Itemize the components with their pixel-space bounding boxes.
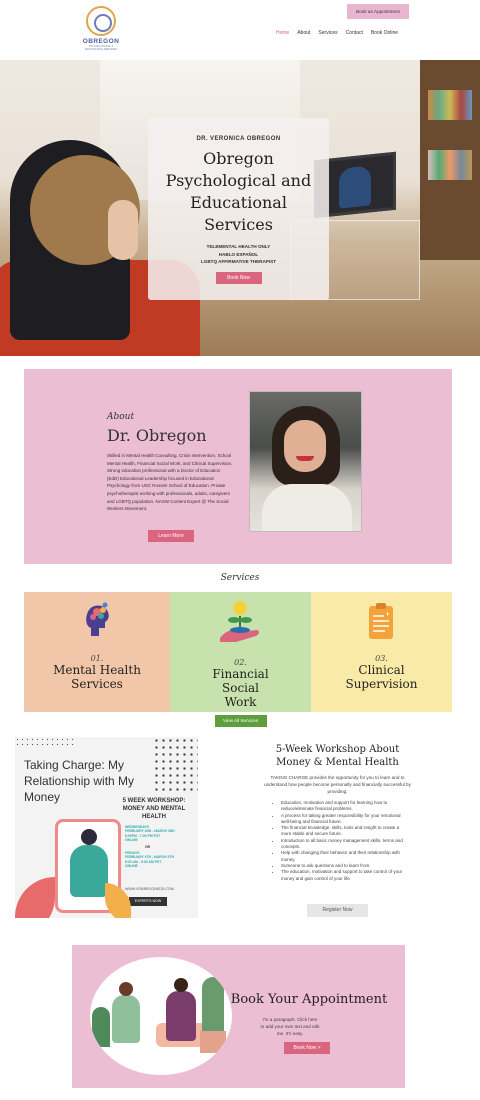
service-number: 03.: [375, 654, 388, 663]
list-item: Help with changing their behavior and th…: [281, 850, 405, 863]
main-nav: Home About Services Contact Book Online: [276, 30, 398, 36]
hero-tags: TELEMENTAL HEALTH ONLY HABLO ESPAÑOL LGB…: [148, 243, 329, 266]
portrait-photo: [249, 391, 362, 532]
flyer-dates-or: OR: [145, 844, 151, 849]
hero-person: [10, 140, 140, 340]
hand-plant-icon: [220, 601, 259, 642]
plant-icon: [92, 1007, 110, 1047]
hero-tag: HABLO ESPAÑOL: [218, 251, 259, 257]
about-title: Dr. Obregon: [107, 426, 207, 445]
hero-eyebrow: DR. VERONICA OBREGON: [196, 136, 281, 142]
service-title: Clinical Supervision: [345, 663, 418, 691]
brain-head-icon: [86, 602, 109, 636]
booking-book-now-button[interactable]: Book Now >: [284, 1042, 330, 1054]
nav-home[interactable]: Home: [276, 30, 289, 36]
flyer-person-illustration: [70, 829, 108, 897]
booking-illustration: [90, 957, 232, 1075]
flyer-dots-decoration: [153, 737, 198, 792]
about-section: About Dr. Obregon Skilled in Mental Heal…: [24, 369, 452, 564]
workshop-flyer-image: Taking Charge: My Relationship with My M…: [15, 737, 198, 918]
flyer-subtitle: 5 WEEK WORKSHOP: MONEY AND MENTAL HEALTH: [122, 798, 186, 820]
about-body: Skilled in Mental Health Consulting, Cri…: [107, 453, 233, 512]
list-item: The financial knowledge, skills, tools a…: [281, 825, 405, 838]
nav-about[interactable]: About: [297, 30, 310, 36]
service-title: Financial Social Work: [212, 667, 269, 709]
therapist-illustration: [166, 978, 196, 1041]
list-item: The education, motivation and support to…: [281, 869, 405, 882]
nav-book-online[interactable]: Book Online: [371, 30, 398, 36]
workshop-title: 5-Week Workshop About Money & Mental Hea…: [275, 744, 400, 768]
workshop-intro: TAKING CHARGE provides the opportunity f…: [264, 775, 411, 794]
client-illustration: [112, 982, 140, 1043]
portrait-body: [262, 484, 352, 531]
logo-name: OBREGON: [82, 38, 120, 45]
flyer-dots-decoration: [15, 737, 75, 747]
nav-contact[interactable]: Contact: [346, 30, 363, 36]
hero-title: Obregon Psychological and Educational Se…: [165, 149, 312, 234]
flyer-button: EXPERTS NOW: [129, 897, 167, 906]
list-item: Introduction to all basic money manageme…: [281, 838, 405, 851]
view-all-services-button[interactable]: View All Services: [214, 715, 267, 727]
hero-tag: LGBTQ AFFIRMATIVE THERAPIST: [200, 259, 277, 264]
portrait-face: [284, 420, 326, 472]
workshop-bullet-list: Education, motivation and support for le…: [275, 800, 405, 882]
services-heading: Services: [220, 573, 260, 583]
site-header: OBREGON PSYCHOLOGICAL & EDUCATIONAL SERV…: [0, 0, 480, 60]
service-card-financial-social-work[interactable]: 02. Financial Social Work View All Servi…: [170, 592, 311, 727]
portrait-mouth: [296, 456, 314, 461]
learn-more-button[interactable]: Learn More: [148, 530, 194, 542]
service-number: 02.: [234, 658, 247, 667]
service-title: Mental Health Services: [53, 663, 141, 691]
flyer-leaf-decoration: [15, 877, 55, 918]
service-card-clinical-supervision[interactable]: 03. Clinical Supervision: [311, 592, 452, 712]
flyer-url: WWW.VOBREGONEDD.COM: [125, 887, 174, 891]
site-logo[interactable]: OBREGON PSYCHOLOGICAL & EDUCATIONAL SERV…: [80, 6, 122, 56]
booking-text: I'm a paragraph. Click here to add your …: [260, 1017, 320, 1036]
hero-tag: TELEMENTAL HEALTH ONLY: [206, 244, 271, 249]
register-now-button[interactable]: Register Now: [307, 904, 368, 917]
booking-title: Book Your Appointment: [230, 992, 388, 1007]
service-card-mental-health[interactable]: 01. Mental Health Services: [24, 592, 170, 712]
flyer-dates: WEDNESDAYS FEBRUARY 2ND - MARCH 2ND 6:00…: [125, 825, 175, 869]
hero-section: DR. VERONICA OBREGON Obregon Psychologic…: [0, 60, 480, 356]
service-number: 01.: [90, 654, 104, 663]
hero-card: DR. VERONICA OBREGON Obregon Psychologic…: [148, 118, 329, 300]
hero-book-now-button[interactable]: Book Now: [215, 271, 262, 284]
nav-services[interactable]: Services: [318, 30, 337, 36]
clipboard-icon: [369, 603, 393, 639]
list-item: Education, motivation and support for le…: [281, 800, 405, 813]
logo-subtitle: PSYCHOLOGICAL & EDUCATIONAL SERVICES: [85, 45, 117, 51]
plant-icon: [202, 977, 224, 1033]
hero-person-face: [108, 200, 138, 260]
flyer-dates-friday: FRIDAYS FEBRUARY 4TH - MARCH 4TH 8:00 AM…: [125, 851, 174, 869]
about-eyebrow: About: [107, 412, 135, 422]
list-item: A process for taking greater responsibil…: [281, 813, 405, 826]
booking-section: Book Your Appointment I'm a paragraph. C…: [72, 945, 405, 1088]
hero-bookshelf: [420, 60, 480, 260]
flyer-dates-wednesday: WEDNESDAYS FEBRUARY 2ND - MARCH 2ND 6:00…: [125, 825, 175, 843]
logo-mark-icon: [86, 6, 116, 36]
plant-pot: [200, 1031, 226, 1053]
book-appointment-button[interactable]: Book an Appointment: [347, 4, 409, 19]
